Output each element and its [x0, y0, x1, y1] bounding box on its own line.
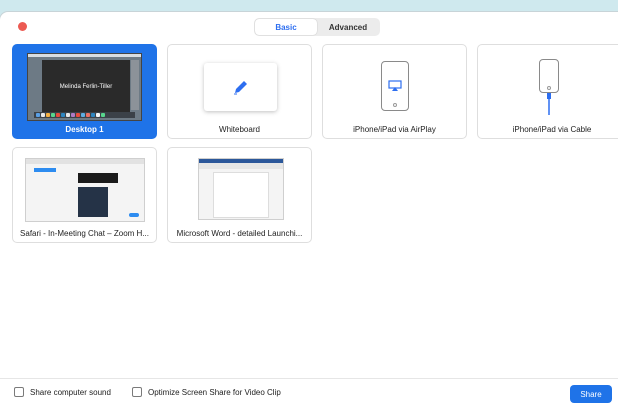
source-desktop-1[interactable]: Melinda Ferlin-Tiller Desktop 1: [12, 44, 157, 139]
airplay-icon: [388, 80, 402, 91]
document-page: [213, 172, 269, 218]
logo-strip: [34, 168, 56, 172]
source-safari-window[interactable]: Safari - In-Meeting Chat – Zoom H...: [12, 147, 157, 243]
whiteboard-preview: [204, 63, 277, 111]
close-window-button[interactable]: [18, 22, 27, 31]
source-label: Desktop 1: [65, 125, 104, 134]
share-mode-segmented-control: Basic Advanced: [254, 18, 380, 36]
desktop-thumbnail: Melinda Ferlin-Tiller: [27, 53, 142, 121]
participant-name: Melinda Ferlin-Tiller: [59, 84, 113, 90]
source-cable[interactable]: iPhone/iPad via Cable: [477, 44, 618, 139]
dock: [34, 112, 135, 118]
home-button: [393, 103, 397, 107]
source-label: Safari - In-Meeting Chat – Zoom H...: [20, 229, 149, 238]
toolbar-strip: [26, 159, 144, 164]
pencil-icon: [234, 81, 247, 95]
optimize-video-option[interactable]: Optimize Screen Share for Video Clip: [132, 387, 281, 397]
optimize-video-checkbox[interactable]: [132, 387, 142, 397]
safari-thumbnail: [25, 158, 145, 222]
source-airplay[interactable]: iPhone/iPad via AirPlay: [322, 44, 467, 139]
source-label: Microsoft Word - detailed Launchi...: [176, 229, 303, 238]
share-button[interactable]: Share: [570, 385, 612, 403]
word-thumbnail: [198, 158, 284, 220]
chat-panel: [78, 187, 108, 217]
share-sound-checkbox[interactable]: [14, 387, 24, 397]
source-whiteboard[interactable]: Whiteboard: [167, 44, 312, 139]
source-label: iPhone/iPad via Cable: [512, 125, 592, 134]
iphone-icon: [539, 59, 559, 93]
video-strip: [78, 173, 118, 183]
cable-icon: [547, 93, 551, 115]
source-label: iPhone/iPad via AirPlay: [353, 125, 436, 134]
ipad-icon: [381, 61, 409, 111]
ribbon-strip: [199, 163, 283, 169]
source-label: Whiteboard: [219, 125, 260, 134]
share-sound-option[interactable]: Share computer sound: [14, 387, 111, 397]
menubar-strip: [28, 54, 141, 57]
video-window: Melinda Ferlin-Tiller: [42, 60, 130, 112]
home-button: [547, 86, 551, 90]
source-word-window[interactable]: Microsoft Word - detailed Launchi...: [167, 147, 312, 243]
optimize-video-label: Optimize Screen Share for Video Clip: [148, 387, 281, 397]
share-sound-label: Share computer sound: [30, 387, 111, 397]
sidebar-strip: [131, 60, 139, 110]
share-screen-window: Basic Advanced Melinda Ferlin-Tiller Des…: [0, 12, 618, 412]
button-strip: [129, 213, 139, 217]
tab-advanced[interactable]: Advanced: [317, 19, 379, 35]
tab-basic[interactable]: Basic: [255, 19, 317, 35]
bottom-bar: Share computer sound Optimize Screen Sha…: [0, 378, 618, 412]
